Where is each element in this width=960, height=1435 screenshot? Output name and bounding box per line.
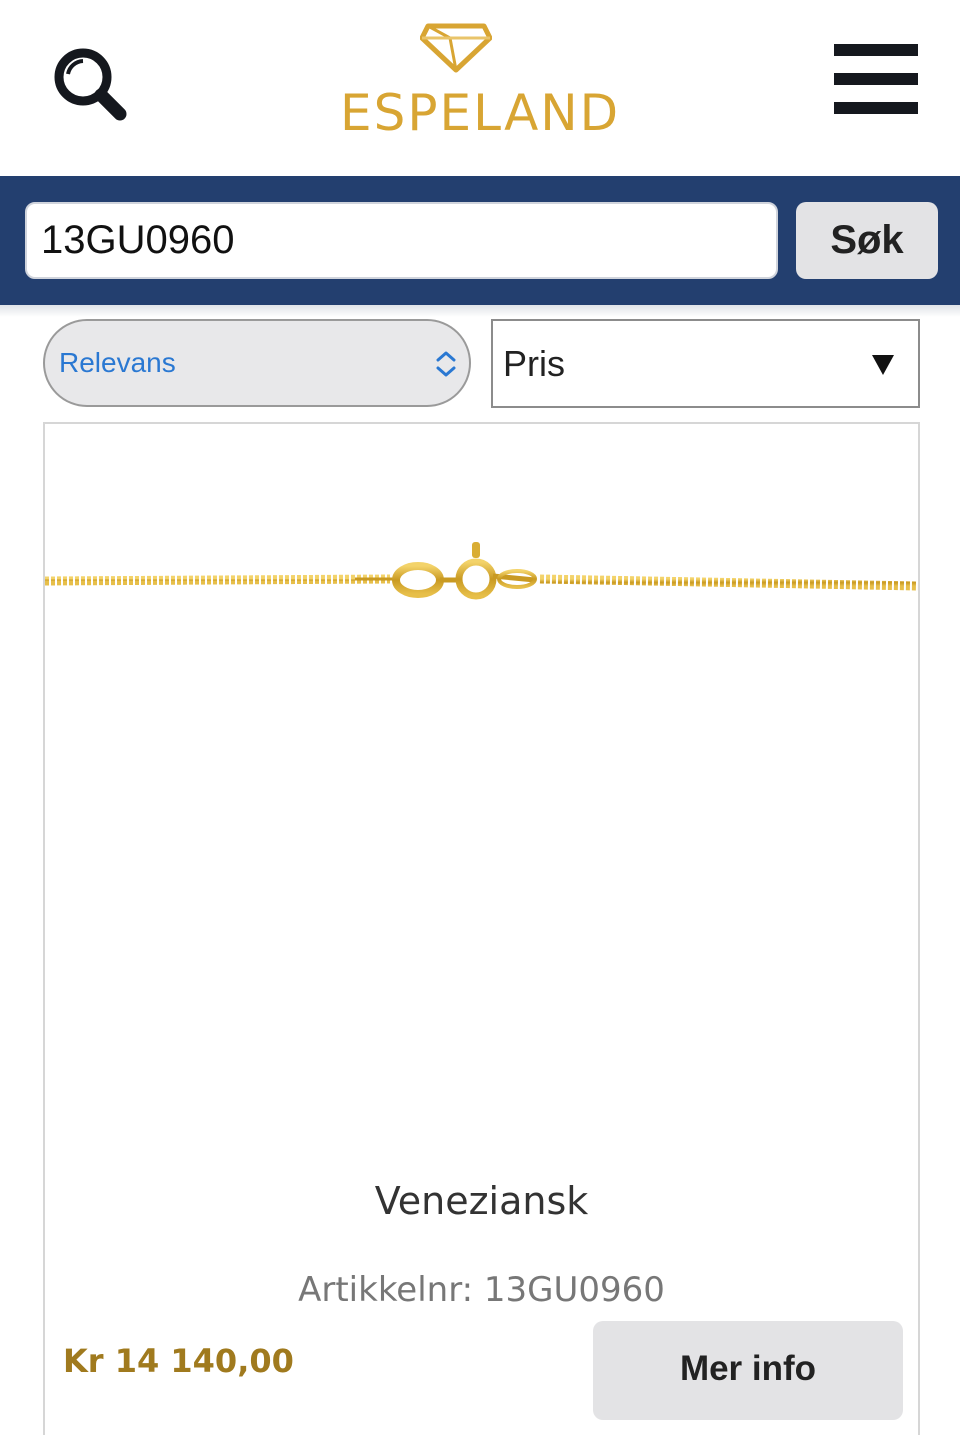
site-header: ESPELAND (0, 0, 960, 176)
hamburger-menu-icon[interactable] (834, 42, 918, 116)
sort-selected-value: Relevans (59, 347, 176, 378)
product-name[interactable]: Veneziansk (45, 1179, 918, 1223)
diamond-logo-icon (420, 23, 492, 73)
search-bar: Søk (0, 176, 960, 305)
more-info-button[interactable]: Mer info (593, 1321, 903, 1420)
sort-select[interactable]: Relevans (43, 319, 471, 407)
search-icon[interactable] (50, 44, 130, 124)
product-card: Veneziansk Artikkelnr: 13GU0960 Kr 14 14… (43, 422, 920, 1435)
product-sku: Artikkelnr: 13GU0960 (298, 1270, 665, 1310)
search-input[interactable] (25, 202, 778, 279)
price-filter-select[interactable]: Pris (491, 319, 920, 408)
search-bar-shadow (0, 305, 960, 317)
brand-name: ESPELAND (340, 84, 621, 142)
search-button[interactable]: Søk (796, 202, 938, 279)
espeland-logo[interactable]: ESPELAND (340, 14, 621, 144)
product-price: Kr 14 140,00 (63, 1342, 294, 1380)
up-down-chevron-icon (436, 351, 456, 377)
price-filter-value: Pris (503, 343, 565, 384)
product-image[interactable] (45, 524, 918, 634)
triangle-down-icon (872, 355, 894, 375)
